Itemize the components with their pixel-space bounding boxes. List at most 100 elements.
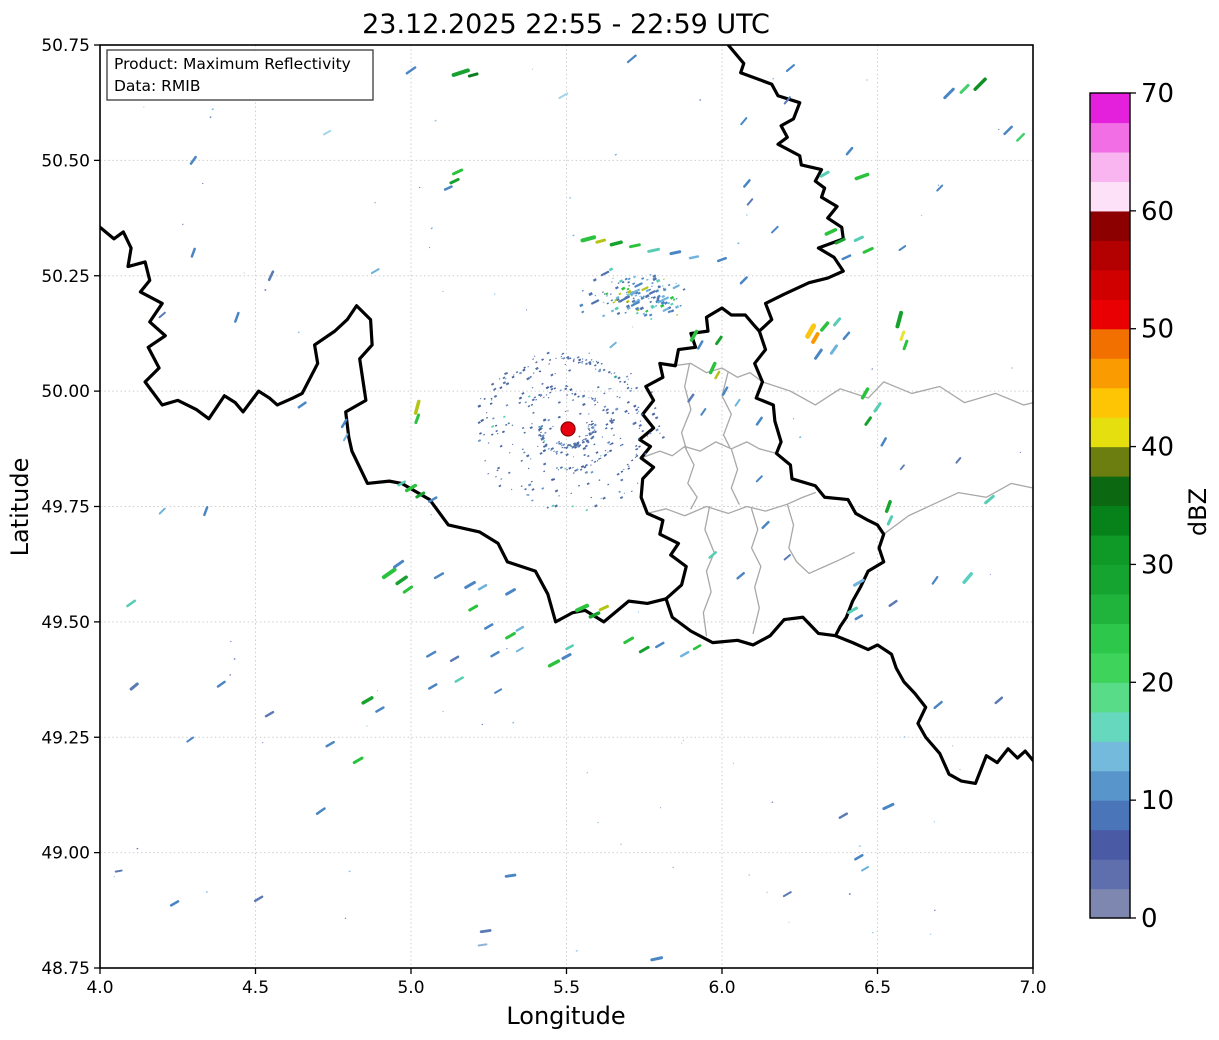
cluster-dot: [614, 306, 619, 311]
clutter-dot: [586, 454, 590, 458]
clutter-dot: [554, 504, 558, 508]
noise-dot: [682, 739, 685, 742]
echo-streak: [234, 311, 240, 323]
echo-streak: [902, 339, 909, 351]
colorbar-band: [1090, 446, 1130, 477]
echo-streak: [623, 636, 635, 645]
echo-streak: [854, 172, 870, 181]
clutter-dot: [619, 444, 622, 447]
clutter-dot: [576, 356, 580, 359]
clutter-dot: [518, 371, 523, 375]
echo-streak: [561, 653, 572, 660]
clutter-dot: [555, 450, 559, 454]
clutter-dot: [593, 429, 596, 431]
echo-streak: [629, 243, 641, 249]
clutter-dot: [641, 429, 645, 433]
echo-streak: [814, 348, 823, 360]
clutter-dot: [585, 421, 588, 424]
clutter-dot: [539, 451, 543, 455]
clutter-dot: [505, 404, 509, 407]
clutter-dot: [570, 492, 573, 495]
colorbar-band: [1090, 534, 1130, 566]
echo-streak: [746, 198, 754, 206]
clutter-dot: [611, 411, 615, 415]
clutter-dot: [590, 396, 593, 399]
clutter-dot: [542, 418, 547, 422]
clutter-dot: [627, 412, 630, 415]
clutter-dot: [527, 467, 530, 470]
cluster-dot: [645, 288, 650, 293]
y-tick-label: 50.25: [41, 267, 90, 287]
noise-dot: [430, 513, 432, 516]
clutter-dot: [526, 377, 530, 381]
cluster-dot: [606, 295, 608, 297]
clutter-dot: [498, 378, 501, 380]
clutter-dot: [501, 430, 505, 434]
noise-dot: [799, 436, 802, 439]
clutter-dot: [547, 396, 550, 399]
clutter-dot: [607, 483, 610, 486]
cluster-dot: [635, 311, 639, 315]
clutter-dot: [585, 508, 589, 512]
radar-reflectivity-map: 4.0 4.5 5.0 5.5 6.0 6.5 7.0 48.75 49.00 49.25 49.5…: [6, 9, 1212, 1030]
annotation-product-line: Product: Maximum Reflectivity: [114, 55, 351, 73]
echo-streak: [361, 696, 374, 705]
clutter-dot: [508, 452, 511, 454]
clutter-dot: [567, 410, 569, 412]
clutter-dot: [568, 466, 572, 470]
y-axis-label: Latitude: [6, 458, 34, 557]
clutter-dot: [533, 396, 537, 399]
echo-streak: [873, 402, 882, 413]
clutter-dot: [571, 392, 574, 395]
clutter-dot: [490, 382, 495, 386]
clutter-dot: [655, 428, 659, 432]
noise-dot: [366, 725, 368, 727]
clutter-dot: [636, 482, 639, 484]
colorbar-band: [1090, 741, 1130, 772]
cluster-streak: [648, 290, 656, 295]
echo-streak: [864, 416, 872, 426]
clutter-dot: [572, 466, 574, 469]
clutter-dot: [562, 443, 566, 447]
national-border-line: [637, 306, 761, 601]
cluster-dot: [624, 311, 627, 314]
echo-streak: [433, 572, 445, 580]
colorbar-band: [1090, 181, 1130, 212]
echo-streak: [477, 943, 488, 947]
echo-streak: [515, 625, 525, 632]
clutter-dot: [535, 361, 538, 364]
noise-dot: [243, 272, 245, 274]
echo-streak: [638, 645, 650, 654]
noise-dot: [951, 745, 954, 747]
clutter-dot: [572, 472, 575, 474]
echo-streak: [696, 340, 704, 350]
echo-streak: [253, 895, 264, 903]
clutter-dot: [610, 442, 614, 445]
clutter-dot: [549, 385, 554, 389]
regional-border-line: [721, 371, 732, 449]
echo-streak: [824, 228, 838, 236]
clutter-dot: [550, 373, 554, 377]
clutter-dot: [554, 372, 556, 375]
clutter-dot: [606, 411, 609, 415]
clutter-dot: [487, 473, 490, 475]
noise-dot: [933, 909, 936, 912]
y-tick-label: 49.00: [41, 844, 90, 864]
regional-border-line: [730, 448, 740, 505]
clutter-dot: [600, 362, 603, 365]
y-tick-label: 49.75: [41, 498, 90, 518]
cluster-dot: [610, 309, 615, 313]
clutter-dot: [629, 389, 633, 392]
clutter-dot: [560, 444, 563, 447]
echo-streak: [805, 323, 817, 339]
colorbar-band: [1090, 358, 1130, 389]
clutter-dot: [634, 444, 638, 448]
regional-border-line: [680, 363, 692, 450]
cluster-streak: [672, 284, 680, 290]
clutter-dot: [608, 449, 613, 453]
clutter-dot: [634, 456, 637, 459]
y-tick-label: 50.50: [41, 151, 90, 171]
noise-dot: [737, 242, 740, 245]
cluster-dot: [581, 310, 585, 314]
cluster-streak: [600, 270, 610, 277]
